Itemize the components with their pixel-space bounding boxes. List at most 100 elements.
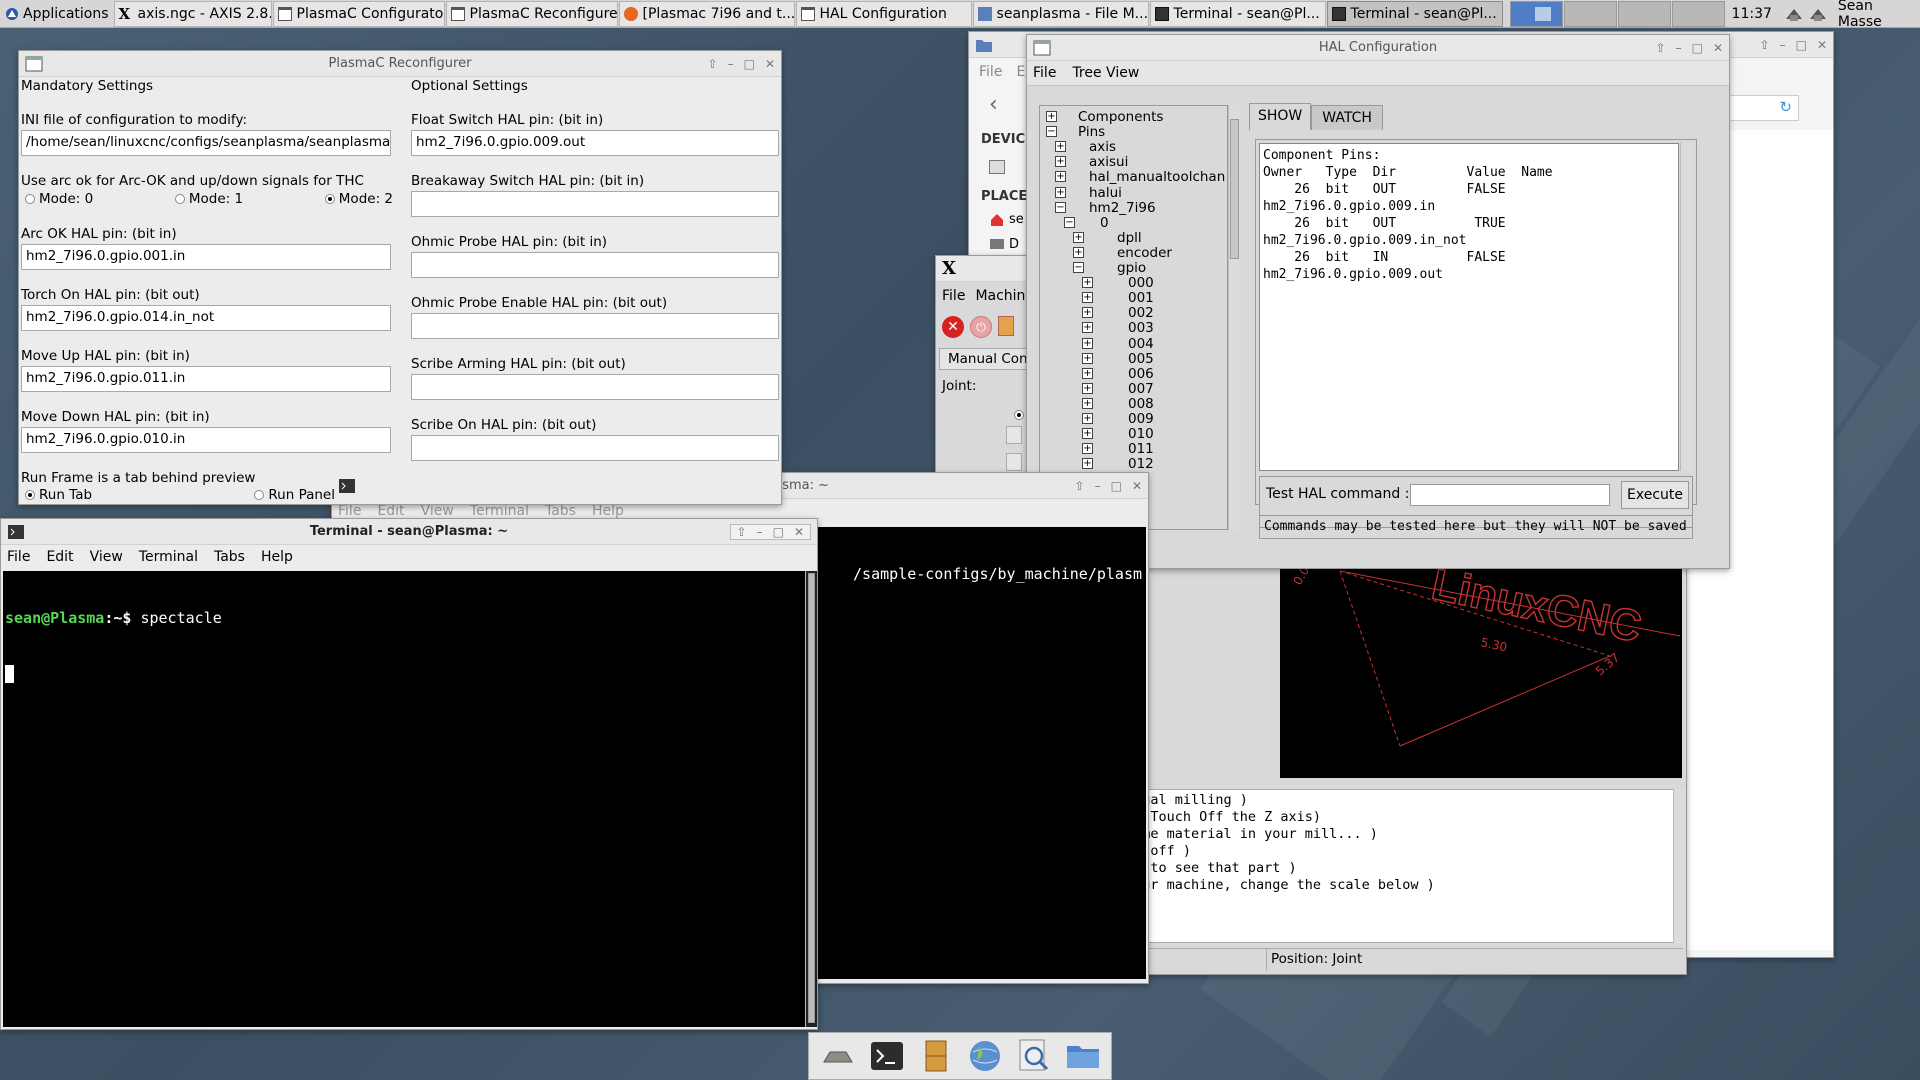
expand-icon[interactable]: + <box>1082 458 1093 470</box>
tree-item[interactable]: hal_manualtoolchan <box>1089 169 1225 185</box>
expand-icon[interactable]: + <box>1082 443 1093 455</box>
workspace-2[interactable] <box>1563 0 1617 27</box>
menu-tabs[interactable]: Tabs <box>214 549 245 565</box>
task-button[interactable]: PlasmaC Reconfigurer <box>445 0 618 27</box>
expand-icon[interactable]: + <box>1055 171 1066 183</box>
expand-icon[interactable]: + <box>1082 413 1093 424</box>
tree-item[interactable]: 007 <box>1128 381 1154 397</box>
expand-icon[interactable]: + <box>1073 231 1084 243</box>
drive-icon[interactable] <box>989 160 1005 174</box>
collapse-icon[interactable]: − <box>1046 126 1057 138</box>
run-panel-radio[interactable]: Run Panel <box>254 487 335 503</box>
collapse-icon[interactable]: − <box>1055 201 1066 213</box>
task-button[interactable]: HAL Configuration <box>795 0 972 27</box>
move-down-input[interactable]: hm2_7i96.0.gpio.010.in <box>21 427 391 453</box>
test-command-input[interactable] <box>1410 484 1610 506</box>
terminal-front-titlebar[interactable]: Terminal - sean@Plasma: ~ ⇧ – □ ✕ <box>1 519 817 545</box>
show-scrollbar[interactable] <box>1680 143 1693 471</box>
clock[interactable]: 11:37 <box>1726 6 1778 22</box>
mode-2-radio[interactable]: Mode: 2 <box>324 191 393 207</box>
tree-item[interactable]: 010 <box>1128 426 1154 442</box>
tree-item[interactable]: hm2_7i96 <box>1089 200 1156 216</box>
estop-icon[interactable]: ✕ <box>942 316 964 338</box>
menu-view[interactable]: View <box>421 503 454 519</box>
window-minimize-button[interactable]: – <box>728 57 734 71</box>
menu-edit[interactable]: Edit <box>46 549 73 565</box>
scribe-on-input[interactable] <box>411 435 779 461</box>
workspace-1[interactable] <box>1509 0 1563 27</box>
arc-ok-input[interactable]: hm2_7i96.0.gpio.001.in <box>21 244 391 270</box>
task-button[interactable]: Xaxis.ngc - AXIS 2.8.... <box>113 0 272 27</box>
task-button[interactable]: seanplasma - File M... <box>972 0 1149 27</box>
menu-terminal[interactable]: Terminal <box>470 503 529 519</box>
place-item-desktop[interactable]: D <box>989 237 1019 253</box>
window-shade-button[interactable]: ⇧ <box>1760 38 1770 52</box>
workspace-3[interactable] <box>1617 0 1671 27</box>
expand-icon[interactable]: + <box>1082 307 1093 319</box>
tree-item[interactable]: axisui <box>1089 154 1128 170</box>
window-maximize-button[interactable]: □ <box>1111 479 1122 493</box>
window-close-button[interactable]: ✕ <box>765 57 775 71</box>
window-shade-button[interactable]: ⇧ <box>708 57 718 71</box>
breakaway-input[interactable] <box>411 191 779 217</box>
run-tab-radio[interactable]: Run Tab <box>25 487 92 503</box>
tree-item[interactable]: 003 <box>1128 320 1154 336</box>
tree-item[interactable]: gpio <box>1117 260 1146 276</box>
window-maximize-button[interactable]: □ <box>1692 41 1703 55</box>
tree-item[interactable]: 011 <box>1128 441 1154 457</box>
folder-icon[interactable] <box>1065 1038 1101 1074</box>
tree-item[interactable]: halui <box>1089 185 1122 201</box>
tree-item[interactable]: 009 <box>1128 411 1154 427</box>
task-button[interactable]: Terminal - sean@Pl... <box>1326 0 1503 27</box>
menu-file[interactable]: File <box>942 288 965 304</box>
joint-radio[interactable] <box>1014 410 1024 420</box>
window-shade-button[interactable]: ⇧ <box>737 525 747 539</box>
window-shade-button[interactable]: ⇧ <box>1656 41 1666 55</box>
menu-file[interactable]: File <box>7 549 30 565</box>
hal-titlebar[interactable]: HAL Configuration ⇧ – □ ✕ <box>1027 35 1729 61</box>
mode-0-radio[interactable]: Mode: 0 <box>25 191 93 207</box>
jog-minus-button[interactable] <box>1006 426 1022 444</box>
expand-icon[interactable]: + <box>1082 382 1093 394</box>
task-button[interactable]: [Plasmac 7i96 and t... <box>618 0 795 27</box>
reload-icon[interactable]: ↻ <box>1779 98 1792 116</box>
applications-menu[interactable]: Applications <box>0 0 114 28</box>
network-icon[interactable] <box>1808 5 1828 23</box>
execute-button[interactable]: Execute <box>1621 481 1689 509</box>
float-switch-input[interactable]: hm2_7i96.0.gpio.009.out <box>411 130 779 156</box>
tree-item[interactable]: 006 <box>1128 366 1154 382</box>
reconfigurer-titlebar[interactable]: PlasmaC Reconfigurer ⇧ – □ ✕ <box>19 51 781 77</box>
window-maximize-button[interactable]: □ <box>773 525 784 539</box>
expand-icon[interactable]: + <box>1073 246 1084 258</box>
open-file-icon[interactable] <box>998 316 1014 336</box>
terminal-front-output[interactable]: sean@Plasma:~$ spectacle <box>3 571 805 1027</box>
toolpath-preview[interactable]: LinuxCNC 5.30 5.37 0.00 <box>1280 566 1682 778</box>
menu-help[interactable]: Help <box>261 549 293 565</box>
menu-file[interactable]: File <box>1033 65 1056 81</box>
tree-item[interactable]: Pins <box>1078 124 1105 140</box>
terminal-scrollbar[interactable] <box>805 571 817 1027</box>
expand-icon[interactable]: + <box>1082 367 1093 379</box>
terminal-icon[interactable] <box>869 1038 905 1074</box>
task-button[interactable]: PlasmaC Configurator <box>272 0 445 27</box>
tree-item[interactable]: 005 <box>1128 351 1154 367</box>
window-minimize-button[interactable]: – <box>1780 38 1786 52</box>
menu-edit[interactable]: Edit <box>377 503 404 519</box>
tree-item[interactable]: 012 <box>1128 456 1154 472</box>
network-icon[interactable] <box>1784 5 1804 23</box>
tree-item[interactable]: 002 <box>1128 305 1154 321</box>
ohmic-probe-input[interactable] <box>411 252 779 278</box>
jog-plus-button[interactable] <box>1006 453 1022 471</box>
window-minimize-button[interactable]: – <box>1095 479 1101 493</box>
tab-show[interactable]: SHOW <box>1249 103 1312 130</box>
workspace-4[interactable] <box>1671 0 1725 27</box>
user-menu[interactable]: Sean Masse <box>1834 0 1920 30</box>
window-close-button[interactable]: ✕ <box>1132 479 1142 493</box>
expand-icon[interactable]: + <box>1082 322 1093 334</box>
collapse-icon[interactable]: − <box>1073 262 1084 273</box>
tree-item[interactable]: 004 <box>1128 336 1154 352</box>
collapse-icon[interactable]: − <box>1064 216 1075 228</box>
hal-tree[interactable]: + Components − Pins + axis + axisui + hal_manualt… <box>1039 105 1228 530</box>
expand-icon[interactable]: + <box>1082 277 1093 289</box>
expand-icon[interactable]: + <box>1082 397 1093 409</box>
